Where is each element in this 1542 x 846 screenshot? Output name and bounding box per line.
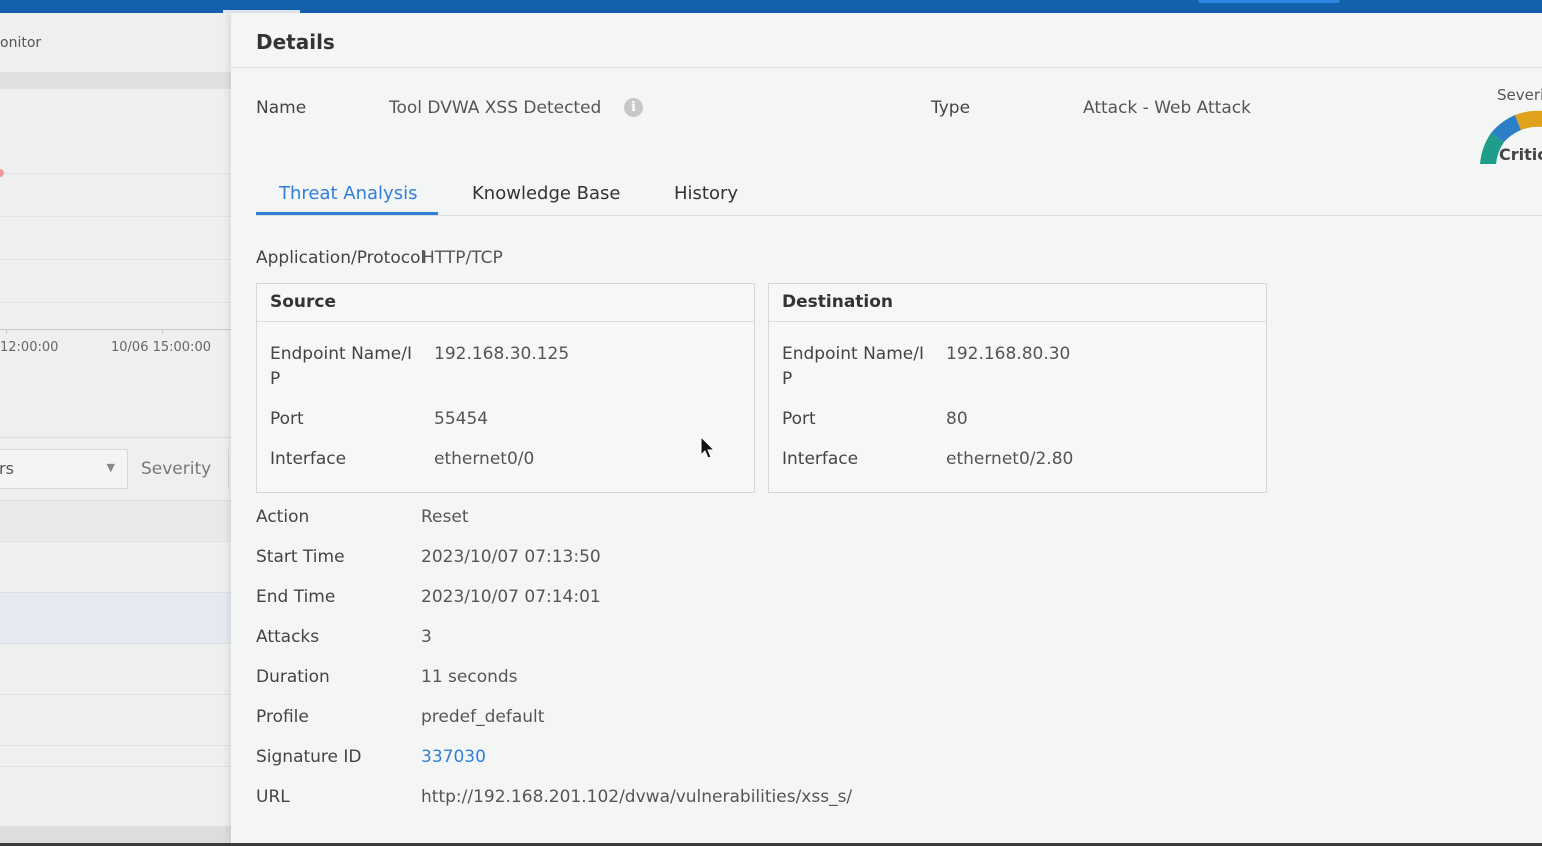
divider [0,437,231,438]
background-chart [0,89,231,449]
destination-port-label: Port [782,409,816,429]
table-header-row [0,500,231,541]
tab-history[interactable]: History [674,183,738,204]
tab-threat-analysis[interactable]: Threat Analysis [279,183,417,204]
gridline [0,302,231,303]
start-time-label: Start Time [256,547,345,567]
breadcrumb: onitor [0,35,42,51]
source-panel: Source Endpoint Name/I P 192.168.30.125 … [256,283,755,493]
end-time-value: 2023/10/07 07:14:01 [421,587,601,607]
source-endpoint-value: 192.168.30.125 [434,344,570,364]
destination-panel: Destination Endpoint Name/I P 192.168.80… [768,283,1267,493]
table-row[interactable] [0,694,231,745]
divider [769,321,1266,322]
table-row[interactable] [0,745,231,766]
x-axis [0,329,231,330]
name-label: Name [256,98,307,118]
details-drawer: Details Name Tool DVWA XSS Detected i Ty… [231,13,1542,843]
panel-header-band [0,72,231,89]
destination-endpoint-label: Endpoint Name/I P [782,344,924,389]
profile-label: Profile [256,707,309,727]
table-row[interactable] [0,643,231,694]
signature-id-link[interactable]: 337030 [421,747,486,767]
gridline [0,173,231,174]
tab-knowledge-base[interactable]: Knowledge Base [472,183,621,204]
gridline [0,259,231,260]
x-tick [162,329,163,334]
filter-dropdown[interactable]: rs ▼ [0,449,128,489]
divider [228,449,229,489]
divider [257,321,754,322]
action-label: Action [256,507,310,527]
drawer-title: Details [256,30,335,54]
filter-dropdown-value: rs [0,459,14,478]
source-endpoint-label: Endpoint Name/I P [270,344,412,389]
attacks-value: 3 [421,627,432,647]
end-time-label: End Time [256,587,336,607]
name-value: Tool DVWA XSS Detected [389,98,602,118]
duration-label: Duration [256,667,330,687]
divider [231,67,1542,68]
attacks-label: Attacks [256,627,320,647]
top-bar-button-edge[interactable] [1198,0,1340,3]
x-tick-label: 10/06 15:00:00 [111,340,211,355]
profile-value: predef_default [421,707,545,727]
source-interface-value: ethernet0/0 [434,449,535,469]
background-page: onitor 12:00:00 10/06 15:00:00 rs ▼ Seve… [0,13,231,846]
table-row[interactable] [0,541,231,592]
destination-port-value: 80 [946,409,968,429]
url-label: URL [256,787,290,807]
x-tick [6,329,7,334]
app-protocol-value: HTTP/TCP [422,248,503,268]
source-interface-label: Interface [270,449,347,469]
start-time-value: 2023/10/07 07:13:50 [421,547,601,567]
destination-endpoint-value: 192.168.80.30 [946,344,1071,364]
type-value: Attack - Web Attack [1083,98,1251,118]
table-row[interactable] [0,766,231,826]
destination-title: Destination [782,292,894,312]
severity-label: Severi [1497,86,1542,104]
info-icon[interactable]: i [624,98,643,117]
destination-interface-value: ethernet0/2.80 [946,449,1074,469]
source-title: Source [270,292,337,312]
type-label: Type [931,98,971,118]
table-row[interactable] [0,592,231,643]
chevron-down-icon: ▼ [106,461,115,474]
signature-id-label: Signature ID [256,747,362,767]
destination-interface-label: Interface [782,449,859,469]
source-port-label: Port [270,409,304,429]
severity-filter-label[interactable]: Severity [141,459,211,479]
divider [256,215,1542,216]
data-point [0,169,4,177]
mouse-cursor-icon [700,436,716,459]
x-tick-label: 12:00:00 [0,340,59,355]
severity-value: Critic [1499,145,1542,164]
source-port-value: 55454 [434,409,489,429]
top-bar [0,0,1542,13]
url-value: http://192.168.201.102/dvwa/vulnerabilit… [421,787,853,807]
duration-value: 11 seconds [421,667,518,687]
action-value: Reset [421,507,469,527]
gridline [0,216,231,217]
app-protocol-label: Application/Protocol [256,248,426,268]
